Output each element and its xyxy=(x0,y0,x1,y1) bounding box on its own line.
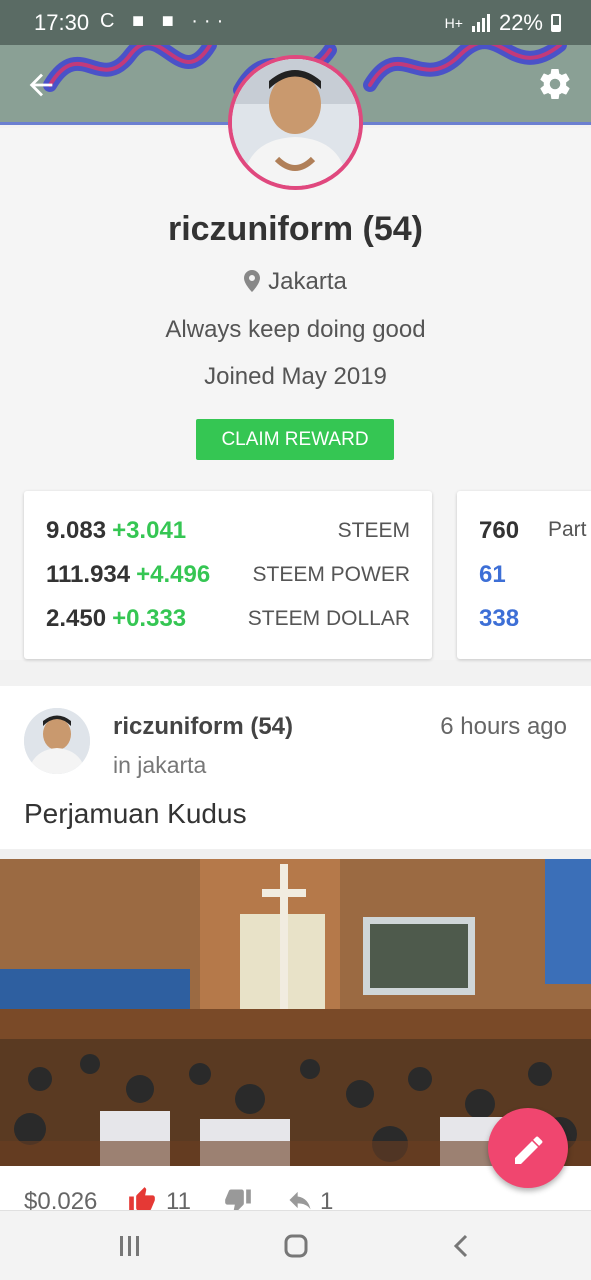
post-community[interactable]: in jakarta xyxy=(113,752,206,779)
status-right: H+ 22% xyxy=(445,10,561,36)
wallet-label: STEEM DOLLAR xyxy=(247,607,410,630)
location-text: Jakarta xyxy=(268,268,347,295)
battery-icon xyxy=(551,14,561,32)
pencil-icon xyxy=(515,1136,543,1164)
back-arrow-icon[interactable] xyxy=(24,68,58,102)
profile-avatar[interactable] xyxy=(228,55,363,190)
compose-button[interactable] xyxy=(488,1108,568,1188)
profile-about: Always keep doing good xyxy=(165,316,426,343)
profile-location: Jakarta xyxy=(0,268,591,296)
notification-icons: C ■ ■ ··· xyxy=(100,10,230,32)
post-author-avatar[interactable] xyxy=(24,708,90,774)
wallet-value: 2.450 xyxy=(46,605,107,632)
stat-value-posts: 760 xyxy=(479,517,520,544)
profile-name: riczuniform (54) xyxy=(167,210,424,248)
wallet-value: 9.083 xyxy=(46,517,107,544)
home-icon[interactable] xyxy=(276,1229,316,1263)
system-nav-bar xyxy=(0,1210,591,1280)
battery-percent: 22% xyxy=(498,10,543,35)
stat-label-part: Part xyxy=(548,518,587,541)
claim-reward-button[interactable]: CLAIM REWARD xyxy=(196,419,394,460)
status-bar: 17:30 C ■ ■ ··· H+ 22% xyxy=(0,0,591,45)
stat-value-followers[interactable]: 61 xyxy=(479,561,506,589)
post-title[interactable]: Perjamuan Kudus xyxy=(24,798,247,830)
profile-photo xyxy=(232,59,359,186)
post-author[interactable]: riczuniform (54) xyxy=(113,713,293,741)
post-time: 6 hours ago xyxy=(440,713,567,740)
location-pin-icon xyxy=(244,270,261,292)
nav-back-icon[interactable] xyxy=(442,1229,482,1263)
wallet-row-steem: 9.083 +3.041 STEEM xyxy=(46,517,410,549)
network-indicator: H+ xyxy=(444,15,463,31)
profile-joined: Joined May 2019 xyxy=(204,363,387,390)
wallet-label: STEEM xyxy=(337,519,410,542)
stat-value-following[interactable]: 338 xyxy=(479,605,519,633)
wallet-card[interactable]: 9.083 +3.041 STEEM 111.934 +4.496 STEEM PO… xyxy=(24,491,432,659)
stats-card[interactable]: 760 Part 61 338 xyxy=(457,491,591,659)
wallet-value: 111.934 xyxy=(46,561,131,588)
wallet-delta: +3.041 xyxy=(112,517,187,544)
signal-icon xyxy=(471,14,490,32)
author-photo xyxy=(24,708,90,774)
wallet-delta: +4.496 xyxy=(136,561,211,588)
status-time: 17:30 xyxy=(34,10,90,35)
wallet-row-steem-power: 111.934 +4.496 STEEM POWER xyxy=(46,561,410,593)
profile-section: riczuniform (54) Jakarta Always keep doi… xyxy=(0,128,591,660)
gear-icon[interactable] xyxy=(537,66,573,102)
wallet-delta: +0.333 xyxy=(112,605,187,632)
wallet-row-steem-dollar: 2.450 +0.333 STEEM DOLLAR xyxy=(46,605,410,637)
recent-apps-icon[interactable] xyxy=(110,1229,150,1263)
wallet-label: STEEM POWER xyxy=(252,563,410,586)
